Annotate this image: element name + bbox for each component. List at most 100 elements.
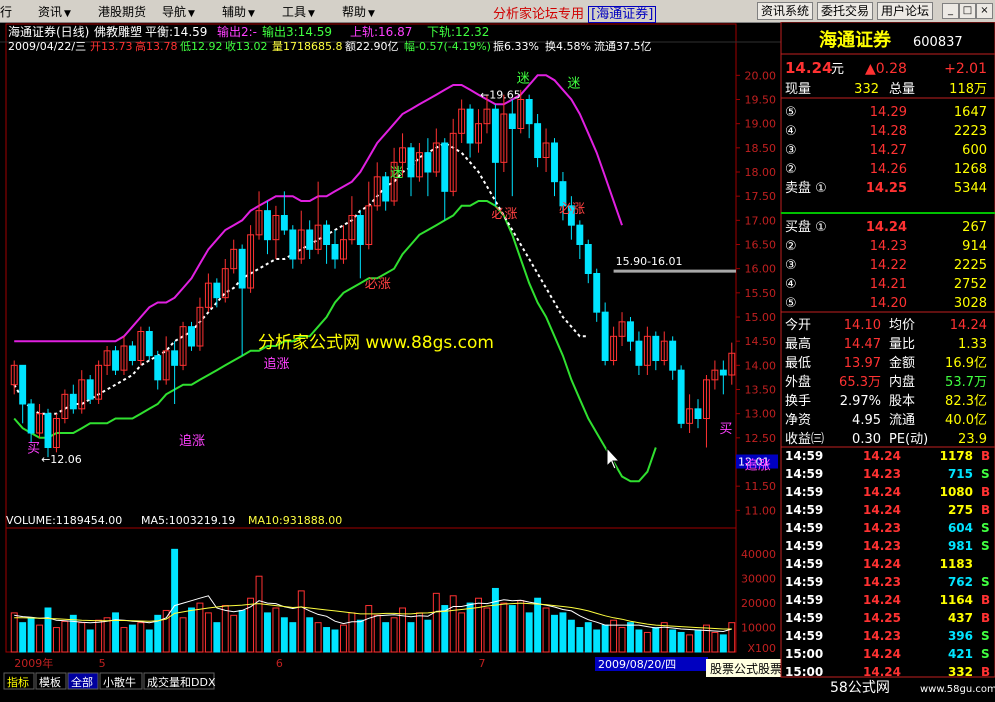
- candle-body: [171, 350, 179, 366]
- volume-bar: [314, 622, 322, 653]
- candle-body: [382, 176, 390, 202]
- bar-amp: 振6.33%: [493, 39, 539, 53]
- ask-qty: 2223: [954, 124, 987, 139]
- ask-qty: 1268: [954, 162, 987, 177]
- y-tick-label: 13.00: [745, 408, 777, 421]
- tick-price: 14.24: [863, 593, 901, 607]
- volume-bar: [567, 619, 575, 653]
- volume-bar: [348, 612, 356, 653]
- menu-item-help[interactable]: 帮助 ▼: [342, 3, 375, 20]
- volume-bar: [517, 600, 525, 653]
- signal-label: 必涨: [365, 277, 391, 292]
- maximize-icon[interactable]: □: [959, 3, 976, 19]
- candle-body: [584, 244, 592, 274]
- volume-bar: [297, 590, 305, 653]
- ask-price: 14.26: [870, 162, 907, 177]
- y-tick-label: 19.50: [745, 94, 777, 107]
- y-tick-label: 20.00: [745, 69, 777, 82]
- forum-button[interactable]: 用户论坛: [877, 2, 934, 20]
- stat-label: 金额: [889, 355, 915, 371]
- ask-price: 14.25: [866, 181, 907, 196]
- volume-bar: [618, 627, 626, 653]
- ask-level-label: ②: [785, 162, 797, 177]
- tick-side: B: [981, 593, 990, 607]
- y-tick-label: 11.00: [745, 504, 777, 517]
- bid-level-label: ⑤: [785, 296, 797, 311]
- stock-code: 600837: [913, 35, 963, 50]
- tick-side: S: [981, 521, 990, 535]
- candle-body: [331, 244, 339, 260]
- stat-value: 82.3亿: [945, 394, 987, 409]
- volume-bar: [280, 617, 288, 653]
- volume-bar: [677, 631, 685, 653]
- y-tick-label: 11.50: [745, 480, 777, 493]
- minimize-icon[interactable]: _: [942, 3, 959, 19]
- volume-bar: [534, 597, 542, 653]
- tick-time: 15:00: [785, 647, 823, 661]
- bar-volume: 量1718685.8: [272, 40, 343, 53]
- candle-body: [576, 224, 584, 246]
- menu-item-trade[interactable]: 行: [0, 3, 12, 20]
- tick-volume: 421: [948, 647, 973, 661]
- candle-body: [551, 142, 558, 183]
- menu-item-tools[interactable]: 工具 ▼: [282, 3, 315, 20]
- promo-text: 分析家论坛专用 [海通证券]: [493, 3, 657, 23]
- signal-label: 追涨: [179, 433, 205, 449]
- volume-bar: [711, 631, 719, 653]
- volume-bar: [162, 609, 170, 653]
- stat-label: 最高: [785, 336, 811, 352]
- candle-body: [356, 215, 364, 245]
- bid-price: 14.22: [870, 258, 907, 273]
- menu-item-hk-futures[interactable]: 港股期货: [98, 3, 146, 20]
- tick-price: 14.24: [863, 557, 901, 571]
- stat-value: 13.97: [844, 356, 881, 371]
- tick-price: 14.23: [863, 629, 901, 643]
- volume-bar: [559, 612, 567, 653]
- volume-tick-label: 10000: [741, 622, 776, 635]
- bottom-tab-label: 成交量和DDX: [147, 675, 216, 689]
- broker-tag: [海通证券]: [588, 6, 657, 23]
- chart-svg[interactable]: 海通证券(日线) 佛教雕塑 平衡:14.59 输出2:- 输出3:14.59 上轨:16.…: [0, 21, 995, 699]
- stat-value: 65.3万: [839, 375, 881, 390]
- candle-body: [280, 215, 288, 231]
- tick-side: S: [981, 629, 990, 643]
- volume-bar: [145, 629, 153, 653]
- menu-item-assist[interactable]: 辅助 ▼: [222, 3, 255, 20]
- menu-item-info[interactable]: 资讯 ▼: [38, 3, 71, 20]
- tick-side: S: [981, 575, 990, 589]
- volume-bar: [719, 634, 727, 653]
- volume-bar: [213, 622, 221, 653]
- volume-bar: [449, 595, 457, 653]
- price-change: ▲0.28: [865, 61, 907, 77]
- close-icon[interactable]: ×: [976, 3, 993, 19]
- info-system-button[interactable]: 资讯系统: [757, 2, 814, 20]
- volume-bar: [120, 627, 128, 653]
- volume-bar: [702, 624, 710, 653]
- tick-price: 14.24: [863, 647, 901, 661]
- stock-name: 海通证券: [819, 29, 892, 51]
- trade-button[interactable]: 委托交易: [817, 2, 874, 20]
- tick-time: 14:59: [785, 503, 823, 517]
- candle-body: [86, 379, 94, 400]
- y-tick-label: 12.50: [745, 432, 777, 445]
- menu-item-navigate[interactable]: 导航 ▼: [162, 3, 195, 20]
- candle-body: [145, 331, 153, 357]
- watermark-text: 分析家公式网 www.88gs.com: [258, 333, 494, 353]
- ask-level-label: ⑤: [785, 105, 797, 120]
- signal-label: 必涨: [491, 207, 517, 222]
- bid-qty: 2752: [954, 277, 987, 292]
- stat-value: 1.33: [958, 337, 987, 352]
- volume-bar: [399, 607, 407, 653]
- volume-bar: [643, 631, 651, 653]
- ask-qty: 5344: [954, 181, 987, 196]
- volume-bar: [272, 607, 280, 653]
- tick-time: 14:59: [785, 485, 823, 499]
- tick-volume: 275: [948, 503, 973, 517]
- x-tick-label: 2009年: [14, 656, 53, 670]
- stat-value: 53.7万: [945, 375, 987, 390]
- candle-body: [112, 350, 119, 371]
- volume-bar: [19, 622, 27, 653]
- volume-bar: [458, 612, 466, 653]
- stat-label: 今开: [785, 317, 811, 333]
- ask-qty: 600: [962, 143, 987, 158]
